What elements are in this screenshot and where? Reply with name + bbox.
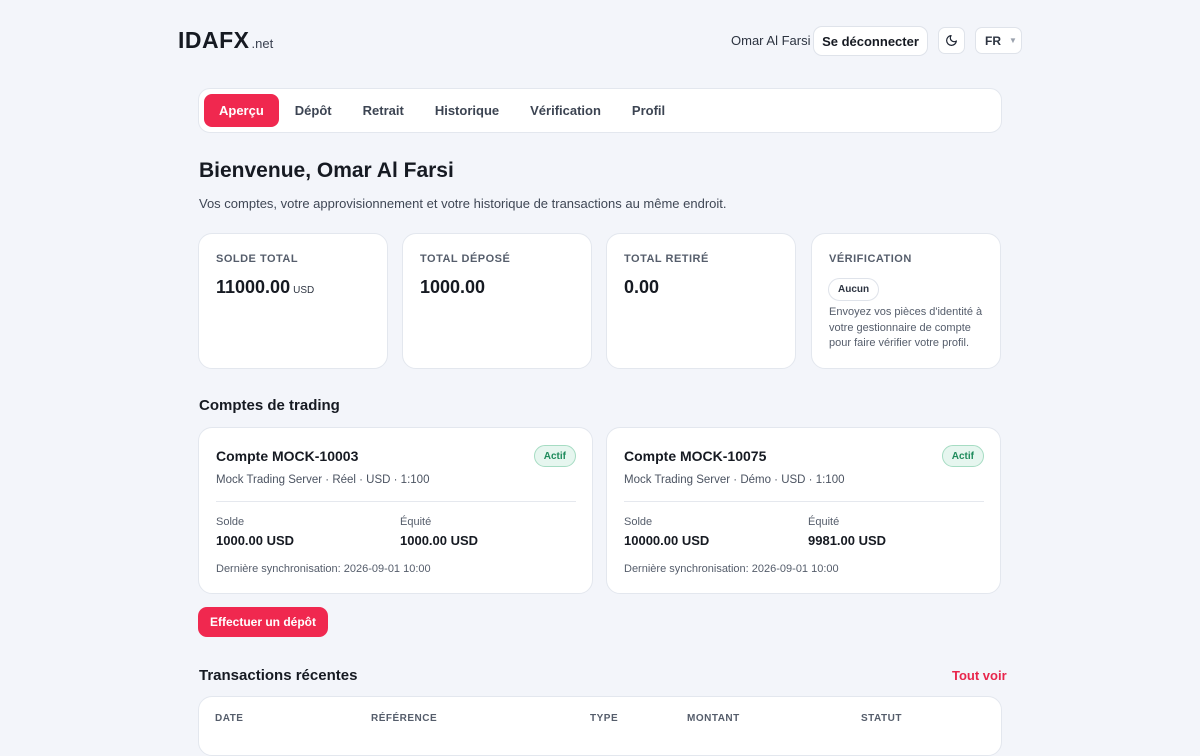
tab-retrait[interactable]: Retrait — [348, 94, 419, 127]
status-badge: Actif — [533, 445, 576, 467]
account-name: Compte MOCK-10075 — [624, 448, 767, 464]
last-sync-text: Dernière synchronisation: 2026-09-01 10:… — [216, 563, 431, 575]
equity-label: Équité — [400, 516, 432, 528]
stat-label: VÉRIFICATION — [829, 253, 912, 265]
see-all-link[interactable]: Tout voir — [952, 668, 1007, 683]
tab-profil[interactable]: Profil — [617, 94, 680, 127]
theme-toggle-button[interactable] — [938, 27, 965, 54]
status-badge: Actif — [941, 445, 984, 467]
balance-label: Solde — [624, 516, 653, 528]
currency-unit: USD — [293, 285, 315, 296]
divider — [216, 501, 576, 502]
stat-card-total-balance: SOLDE TOTAL 11000.00 USD — [198, 233, 388, 369]
moon-icon — [946, 35, 957, 46]
main-tabs: Aperçu Dépôt Retrait Historique Vérifica… — [198, 88, 1002, 133]
divider — [624, 501, 984, 502]
column-header-reference[interactable]: RÉFÉRENCE — [371, 713, 437, 724]
verification-help-text: Envoyez vos pièces d'identité à votre ge… — [829, 306, 983, 349]
logout-button[interactable]: Se déconnecter — [813, 26, 928, 56]
trading-account-card[interactable]: Compte MOCK-10003 Actif Mock Trading Ser… — [198, 427, 593, 594]
equity-value: 1000.00 USD — [400, 533, 479, 548]
stat-card-total-deposited: TOTAL DÉPOSÉ 1000.00 — [402, 233, 592, 369]
account-name: Compte MOCK-10003 — [216, 448, 359, 464]
trading-account-card[interactable]: Compte MOCK-10075 Actif Mock Trading Ser… — [606, 427, 1001, 594]
last-sync-text: Dernière synchronisation: 2026-09-01 10:… — [624, 563, 839, 575]
account-meta: Mock Trading Server · Réel · USD · 1:100 — [216, 474, 430, 486]
user-name: Omar Al Farsi — [731, 33, 811, 48]
chevron-down-icon: ▼ — [1009, 36, 1017, 45]
column-header-amount[interactable]: MONTANT — [687, 713, 740, 724]
transactions-table: DATE RÉFÉRENCE TYPE MONTANT STATUT — [198, 696, 1002, 756]
equity-value: 9981.00 USD — [808, 533, 887, 548]
stat-label: TOTAL DÉPOSÉ — [420, 253, 511, 265]
page-subtitle: Vos comptes, votre approvisionnement et … — [199, 196, 727, 211]
total-balance-value: 11000.00 — [216, 277, 291, 297]
tab-historique[interactable]: Historique — [420, 94, 514, 127]
top-bar: IDAFX .net Omar Al Farsi Se déconnecter … — [0, 0, 1200, 82]
stat-label: TOTAL RETIRÉ — [624, 253, 709, 265]
balance-value: 10000.00 USD — [624, 533, 710, 548]
tab-verification[interactable]: Vérification — [515, 94, 616, 127]
column-header-date[interactable]: DATE — [215, 713, 243, 724]
trading-accounts-title: Comptes de trading — [199, 397, 340, 414]
balance-value: 1000.00 USD — [216, 533, 295, 548]
stat-value: 1000.00 — [420, 277, 486, 297]
language-select[interactable]: FR ▼ — [975, 27, 1022, 54]
balance-label: Solde — [216, 516, 245, 528]
equity-label: Équité — [808, 516, 840, 528]
tab-apercu[interactable]: Aperçu — [204, 94, 279, 127]
logo-tld: .net — [251, 36, 274, 51]
account-meta: Mock Trading Server · Démo · USD · 1:100 — [624, 474, 845, 486]
logo[interactable]: IDAFX .net — [178, 27, 273, 54]
column-header-type[interactable]: TYPE — [590, 713, 618, 724]
make-deposit-button[interactable]: Effectuer un dépôt — [198, 607, 328, 637]
page-title: Bienvenue, Omar Al Farsi — [199, 159, 454, 182]
stat-card-total-withdrawn: TOTAL RETIRÉ 0.00 — [606, 233, 796, 369]
language-value: FR — [985, 33, 1001, 48]
stat-value: 0.00 — [624, 277, 660, 297]
stat-label: SOLDE TOTAL — [216, 253, 299, 265]
column-header-status[interactable]: STATUT — [861, 713, 902, 724]
verification-status-badge: Aucun — [828, 278, 880, 301]
stat-value: 11000.00 USD — [216, 277, 314, 298]
stat-card-verification: VÉRIFICATION Aucun Envoyez vos pièces d'… — [811, 233, 1001, 369]
recent-transactions-title: Transactions récentes — [199, 667, 358, 684]
tab-depot[interactable]: Dépôt — [280, 94, 347, 127]
logo-mark: IDAFX — [178, 27, 250, 53]
